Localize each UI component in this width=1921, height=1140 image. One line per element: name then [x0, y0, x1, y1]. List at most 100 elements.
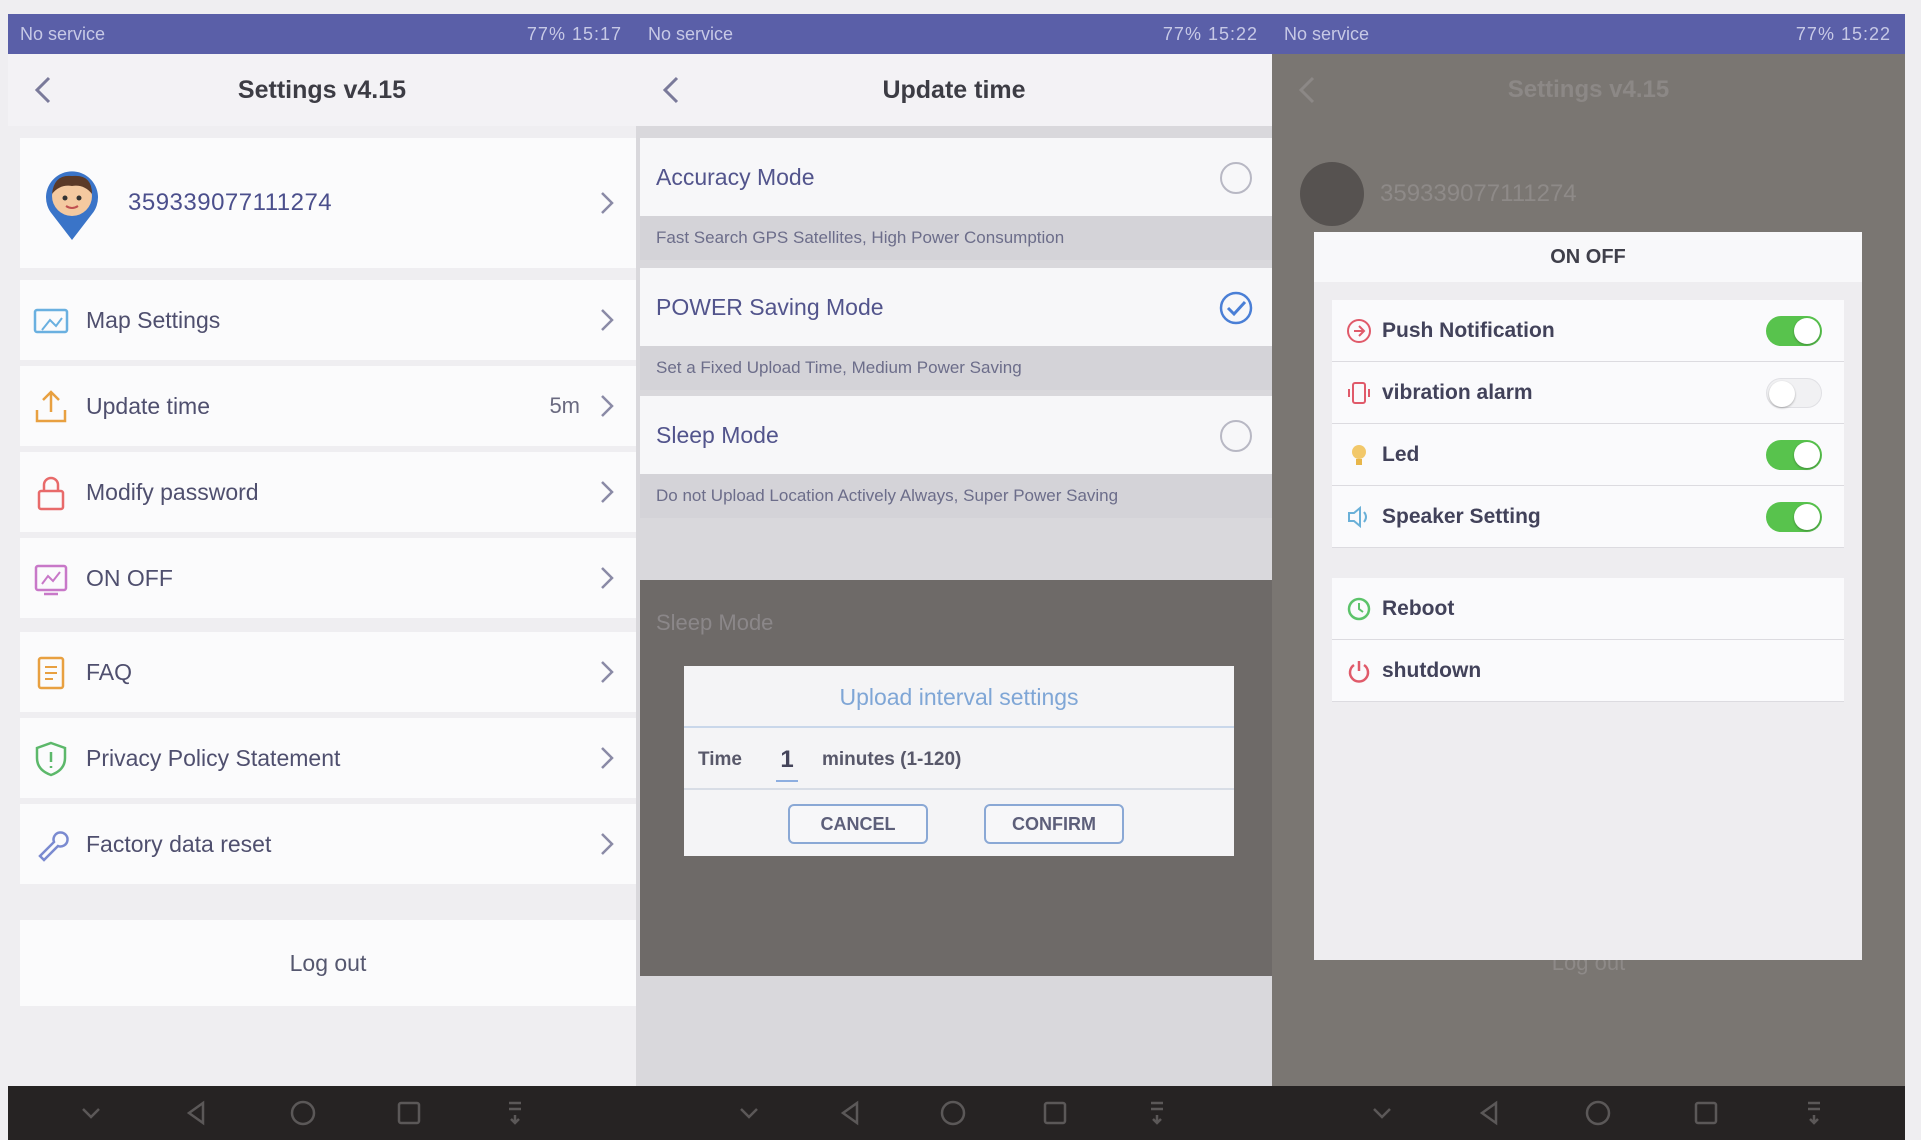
chevron-down-icon[interactable] — [1364, 1095, 1400, 1131]
nav-home-icon[interactable] — [935, 1095, 971, 1131]
push-notification-switch[interactable] — [1766, 316, 1822, 346]
nav-group-1 — [38, 1086, 568, 1140]
interval-input[interactable]: 1 — [776, 738, 798, 782]
page-title: Settings v4.15 — [237, 76, 407, 104]
menu-item-factory-reset[interactable]: Factory data reset — [20, 804, 636, 884]
menu-item-update-time[interactable]: Update time 5m — [20, 366, 636, 446]
menu-item-label: Factory data reset — [86, 831, 272, 857]
bulb-icon — [1352, 445, 1366, 465]
menu-item-faq[interactable]: FAQ — [20, 632, 636, 712]
toggle-label: vibration alarm — [1382, 381, 1533, 404]
mode-description: Do not Upload Location Actively Always, … — [640, 474, 1272, 518]
confirm-button[interactable]: CONFIRM — [984, 804, 1124, 844]
radio-unchecked-icon[interactable] — [1218, 418, 1254, 454]
nav-home-icon[interactable] — [285, 1095, 321, 1131]
chevron-right-icon — [601, 481, 614, 503]
mode-label: Accuracy Mode — [656, 164, 815, 190]
nav-back-icon[interactable] — [179, 1095, 215, 1131]
settings-screen: Settings v4.15 359339077111274 Map Setti… — [8, 54, 636, 1086]
toggle-row-push-notification[interactable]: Push Notification — [1332, 300, 1844, 362]
vibrate-icon — [1348, 382, 1370, 404]
menu-item-modify-password[interactable]: Modify password — [20, 452, 636, 532]
reboot-icon — [1347, 597, 1371, 621]
update-time-screen: Update time Accuracy Mode Fast Search GP… — [636, 54, 1272, 1086]
lock-icon — [37, 476, 65, 511]
upload-interval-dialog: Upload interval settings Time 1 minutes … — [684, 666, 1234, 856]
menu-item-map-settings[interactable]: Map Settings — [20, 280, 636, 360]
nav-notification-icon[interactable] — [497, 1095, 533, 1131]
interval-input-row: Time 1 minutes (1-120) — [684, 730, 1234, 790]
toggle-row-speaker-setting[interactable]: Speaker Setting — [1332, 486, 1844, 548]
modal-overlay[interactable]: Sleep Mode Upload interval settings Time… — [640, 580, 1272, 976]
action-label: Reboot — [1382, 597, 1455, 620]
led-switch[interactable] — [1766, 440, 1822, 470]
nav-notification-icon[interactable] — [1796, 1095, 1832, 1131]
vibration-alarm-switch[interactable] — [1766, 378, 1822, 408]
nav-back-icon[interactable] — [1472, 1095, 1508, 1131]
nav-recents-icon[interactable] — [391, 1095, 427, 1131]
cancel-button[interactable]: CANCEL — [788, 804, 928, 844]
mode-option-accuracy[interactable]: Accuracy Mode — [640, 138, 1272, 216]
nav-recents-icon[interactable] — [1037, 1095, 1073, 1131]
device-profile-card[interactable]: 359339077111274 — [20, 138, 636, 268]
toggle-label: Speaker Setting — [1382, 505, 1541, 528]
radio-unchecked-icon[interactable] — [1218, 160, 1254, 196]
speaker-setting-switch[interactable] — [1766, 502, 1822, 532]
nav-recents-icon[interactable] — [1688, 1095, 1724, 1131]
faq-icon — [37, 656, 65, 690]
chevron-right-icon — [601, 192, 614, 214]
nav-back-icon[interactable] — [833, 1095, 869, 1131]
menu-item-on-off[interactable]: ON OFF — [20, 538, 636, 618]
page-title: Update time — [882, 76, 1026, 104]
mode-option-power-saving[interactable]: POWER Saving Mode — [640, 268, 1272, 346]
status-bar: No service 77% 15:17 No service 77% 15:2… — [8, 14, 1905, 54]
nav-group-2 — [698, 1086, 1208, 1140]
dimmed-avatar — [1300, 162, 1364, 226]
shield-icon — [35, 741, 67, 777]
chevron-right-icon — [601, 747, 614, 769]
bell-icon — [1347, 319, 1371, 343]
nav-notification-icon[interactable] — [1139, 1095, 1175, 1131]
battery-clock-text: 77% 15:22 — [1162, 24, 1258, 44]
screenshot-composite: No service 77% 15:17 No service 77% 15:2… — [0, 0, 1921, 1140]
carrier-text: No service — [1284, 24, 1370, 44]
action-row-shutdown[interactable]: shutdown — [1332, 640, 1844, 702]
toggle-label: Led — [1382, 443, 1420, 466]
toggle-row-vibration-alarm[interactable]: vibration alarm — [1332, 362, 1844, 424]
mode-label: Sleep Mode — [656, 422, 779, 448]
logout-button[interactable]: Log out — [20, 920, 636, 1006]
carrier-text: No service — [648, 24, 734, 44]
mode-option-sleep[interactable]: Sleep Mode — [640, 396, 1272, 474]
sheet-title: ON OFF — [1314, 232, 1862, 282]
menu-item-label: Map Settings — [86, 307, 221, 333]
on-off-sheet: ON OFF Push Notification vibration alarm… — [1314, 232, 1862, 960]
device-id: 359339077111274 — [128, 189, 333, 216]
dimmed-mode-label: Sleep Mode — [656, 610, 774, 635]
dialog-title: Upload interval settings — [684, 666, 1234, 728]
chevron-right-icon — [601, 661, 614, 683]
update-interval-value: 5m — [549, 393, 580, 418]
toggle-row-led[interactable]: Led — [1332, 424, 1844, 486]
dimmed-page-title: Settings v4.15 — [1507, 76, 1670, 103]
power-icon — [1348, 661, 1370, 683]
action-row-reboot[interactable]: Reboot — [1332, 578, 1844, 640]
nav-home-icon[interactable] — [1580, 1095, 1616, 1131]
menu-item-label: FAQ — [86, 659, 133, 685]
checkmark-circle-icon[interactable] — [1218, 290, 1254, 326]
chevron-down-icon[interactable] — [73, 1095, 109, 1131]
chevron-down-icon[interactable] — [731, 1095, 767, 1131]
interval-unit: minutes (1-120) — [822, 749, 962, 770]
toggle-label: Push Notification — [1382, 319, 1555, 342]
menu-item-label: Privacy Policy Statement — [86, 745, 341, 771]
action-label: shutdown — [1382, 659, 1482, 682]
chevron-right-icon — [601, 395, 614, 417]
menu-item-label: Update time — [86, 393, 211, 419]
avatar-pin-icon — [46, 171, 98, 240]
mode-description: Fast Search GPS Satellites, High Power C… — [640, 216, 1272, 260]
switch-knob — [1794, 318, 1820, 344]
menu-item-privacy-policy[interactable]: Privacy Policy Statement — [20, 718, 636, 798]
on-off-screen: Settings v4.15 359339077111274 Log out O… — [1272, 54, 1905, 1086]
android-nav-bar — [8, 1086, 1905, 1140]
settings-header: Settings v4.15 — [8, 54, 636, 126]
switch-knob — [1769, 381, 1795, 407]
